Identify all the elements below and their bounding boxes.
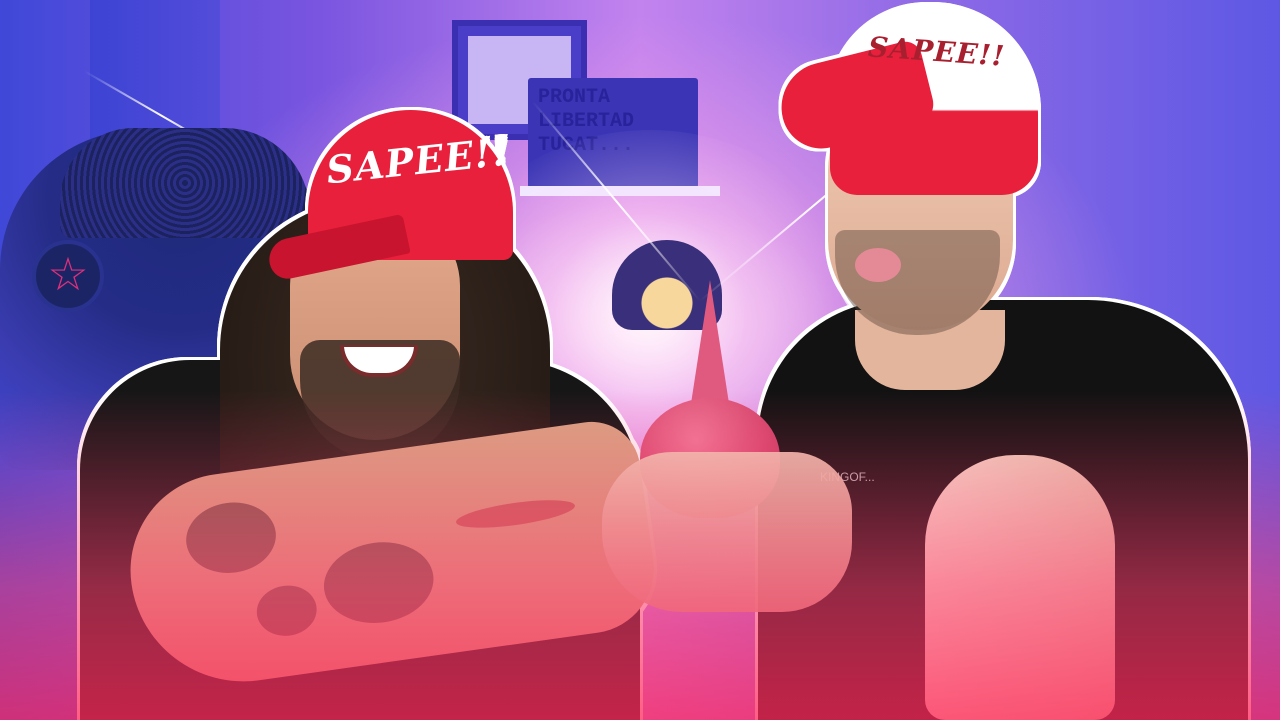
shirt-logo: KINGOF...: [820, 470, 875, 484]
tattoo: [318, 535, 439, 630]
snake-tattoo: [454, 494, 577, 534]
thumbnail-scene: PRONTA LIBERTAD TUCAT... ☆ SAPEE!! KINGO…: [0, 0, 1280, 720]
black-tshirt-left: [80, 360, 640, 720]
bulb-syringe: [640, 398, 780, 518]
person-left: SAPEE!!: [0, 0, 1280, 720]
cap-left: SAPEE!!: [265, 110, 518, 283]
tattoo: [253, 581, 320, 640]
clasped-hands: [602, 452, 852, 612]
sparkle-ray: [352, 420, 561, 498]
tattoo: [181, 496, 281, 579]
bulb-syringe-nozzle: [690, 280, 730, 410]
tattooed-arm-left: [118, 415, 663, 696]
arm-right: [925, 455, 1115, 720]
